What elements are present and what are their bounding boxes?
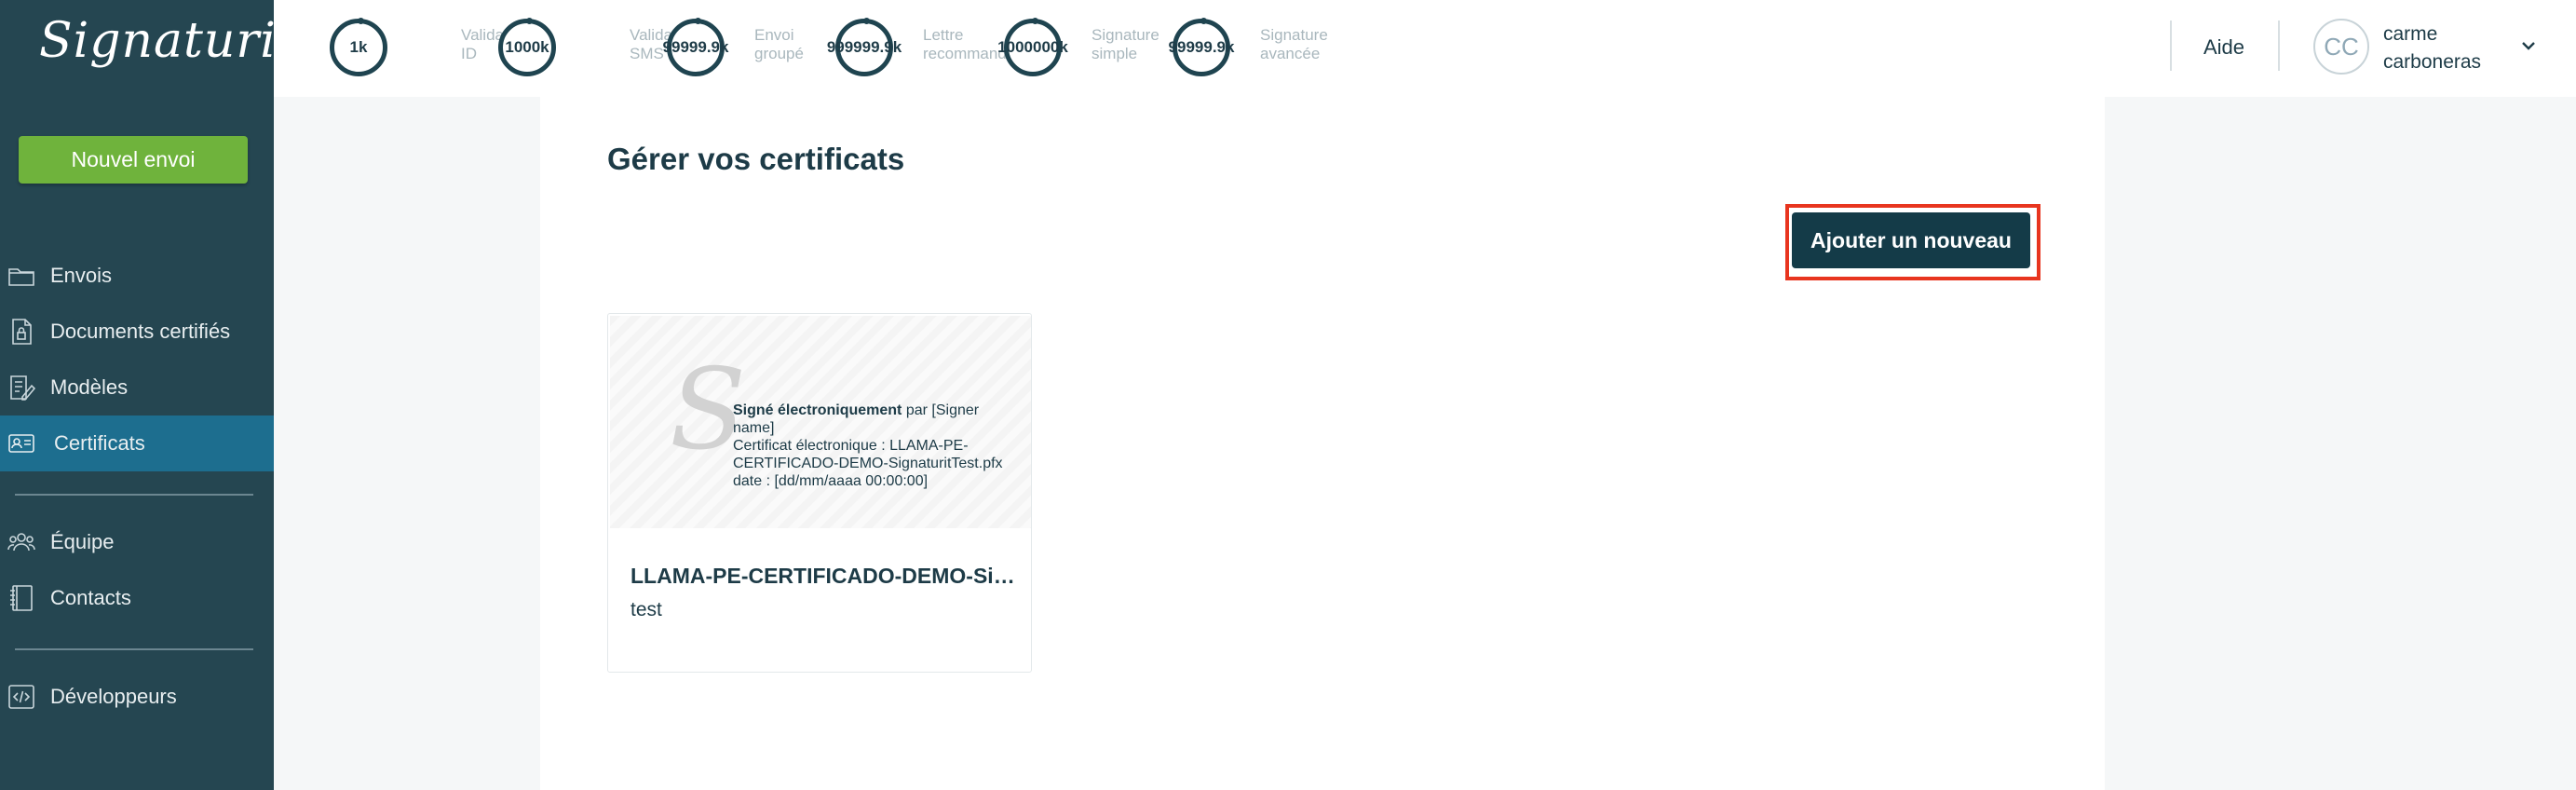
counter-value: 1000000k — [997, 38, 1068, 56]
contacts-book-icon — [10, 585, 33, 611]
counter-label: Signature simple — [1091, 26, 1159, 62]
counter-value: 1000k — [505, 38, 549, 56]
counter-value: 1k — [349, 38, 368, 56]
new-send-button[interactable]: Nouvel envoi — [19, 136, 248, 184]
avatar[interactable]: CC — [2313, 19, 2369, 75]
sidebar-divider — [15, 648, 253, 650]
sidebar-item-label: Équipe — [50, 530, 115, 553]
sidebar-item-equipe[interactable]: Équipe — [0, 514, 274, 570]
counter-value: 99999.9k — [662, 38, 729, 56]
counter-label: Signature avancée — [1260, 26, 1328, 62]
team-icon — [7, 533, 35, 552]
sidebar-item-modeles[interactable]: Modèles — [0, 360, 274, 415]
sidebar-item-label: Développeurs — [50, 685, 177, 708]
sidebar: Signaturit Nouvel envoi Envois Documents… — [0, 0, 296, 790]
sidebar-item-certificats[interactable]: Certificats — [0, 415, 274, 471]
counter-value: 999999.9k — [826, 38, 902, 56]
sidebar-item-contacts[interactable]: Contacts — [0, 570, 274, 626]
signaturit-logo[interactable]: Signaturit — [39, 13, 297, 69]
sidebar-item-documents-certifies[interactable]: Documents certifiés — [0, 304, 274, 360]
sidebar-divider — [15, 494, 253, 496]
user-name[interactable]: carme carboneras — [2383, 20, 2481, 76]
certificate-card[interactable]: S Signé électroniquement par [Signer nam… — [607, 313, 1032, 673]
folder-icon — [8, 268, 34, 286]
certified-document-icon — [12, 319, 32, 345]
page-title: Gérer vos certificats — [607, 142, 905, 176]
topbar-separator — [2278, 20, 2280, 71]
sidebar-item-envois[interactable]: Envois — [0, 248, 274, 304]
counter-label: Envoi groupé — [754, 26, 804, 62]
sidebar-item-label: Certificats — [54, 431, 145, 455]
certificate-card-icon — [8, 434, 34, 453]
sidebar-item-label: Documents certifiés — [50, 320, 231, 343]
template-icon — [10, 375, 35, 401]
signature-stamp-text: Signé électroniquement par [Signer name]… — [733, 402, 1003, 489]
add-new-certificate-button[interactable]: Ajouter un nouveau — [1792, 212, 2030, 268]
signature-preview: S Signé électroniquement par [Signer nam… — [610, 316, 1031, 528]
chevron-down-icon[interactable] — [2518, 35, 2539, 56]
sidebar-item-developpeurs[interactable]: Développeurs — [0, 669, 274, 725]
code-icon — [8, 685, 34, 709]
help-link[interactable]: Aide — [2203, 35, 2244, 60]
sidebar-item-label: Modèles — [50, 375, 129, 399]
topbar-separator — [2170, 20, 2172, 71]
sidebar-item-label: Contacts — [50, 586, 131, 609]
certificate-description: test — [630, 599, 662, 620]
sidebar-item-label: Envois — [50, 264, 113, 287]
counter-value: 99999.9k — [1168, 38, 1235, 56]
certificate-name: LLAMA-PE-CERTIFICADO-DEMO-SignaturitTest… — [630, 564, 1022, 588]
